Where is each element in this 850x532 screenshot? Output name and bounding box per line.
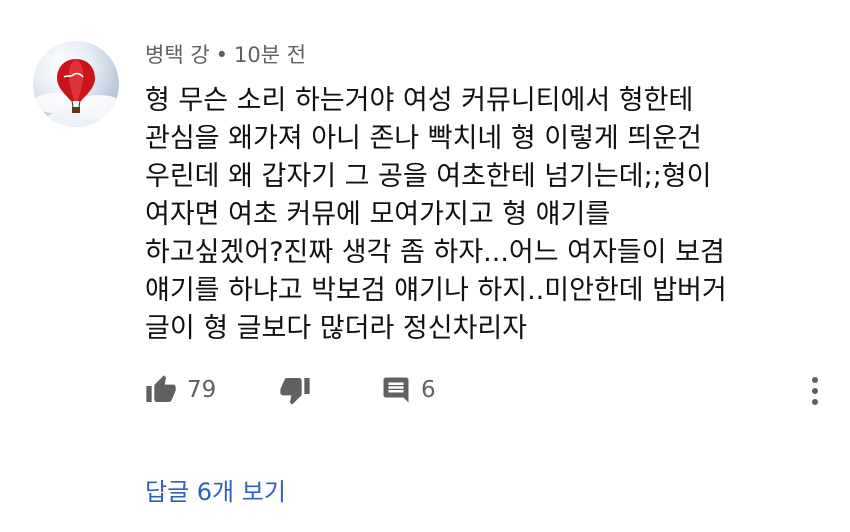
comment-line: 여자면 여초 커뮤에 모여가지고 형 얘기를: [145, 199, 611, 230]
reply-button[interactable]: 6: [381, 370, 436, 410]
view-replies-link[interactable]: 답글 6개 보기: [145, 474, 286, 510]
dislike-button[interactable]: [279, 370, 311, 410]
like-button[interactable]: 79: [145, 370, 216, 410]
avatar[interactable]: [33, 41, 119, 127]
comment-time[interactable]: 10분 전: [234, 43, 306, 67]
reply-count: 6: [421, 377, 436, 403]
like-count: 79: [187, 377, 217, 403]
comment-line: 우린데 왜 갑자기 그 공을 여초한테 넘기는데;;형이: [145, 161, 712, 192]
author-name[interactable]: 병택 강: [145, 43, 210, 67]
comment-line: 하고싶겠어?진짜 생각 좀 하자...어느 여자들이 보겸: [145, 237, 725, 268]
hot-air-balloon-icon: [33, 59, 119, 127]
comment-line: 관심을 왜가져 아니 존나 빡치네 형 이렇게 띄운건: [145, 123, 702, 154]
comment-line: 얘기를 하냐고 박보검 얘기나 하지..미안한데 밥버거: [145, 275, 727, 306]
more-options-button[interactable]: [805, 372, 825, 410]
comment-meta: 병택 강 • 10분 전: [145, 40, 306, 70]
more-vertical-icon: [812, 377, 818, 405]
comment-actions: 79 6: [145, 370, 835, 410]
comment-line: 글이 형 글보다 많더라 정신차리자: [145, 313, 528, 344]
meta-separator: •: [215, 43, 229, 67]
comment-line: 형 무슨 소리 하는거야 여성 커뮤니티에서 형한테: [145, 85, 694, 116]
comment-text: 형 무슨 소리 하는거야 여성 커뮤니티에서 형한테 관심을 왜가져 아니 존나…: [145, 82, 825, 348]
thumbs-up-icon: [145, 374, 177, 406]
comment-icon: [381, 375, 411, 405]
thumbs-down-icon: [279, 374, 311, 406]
